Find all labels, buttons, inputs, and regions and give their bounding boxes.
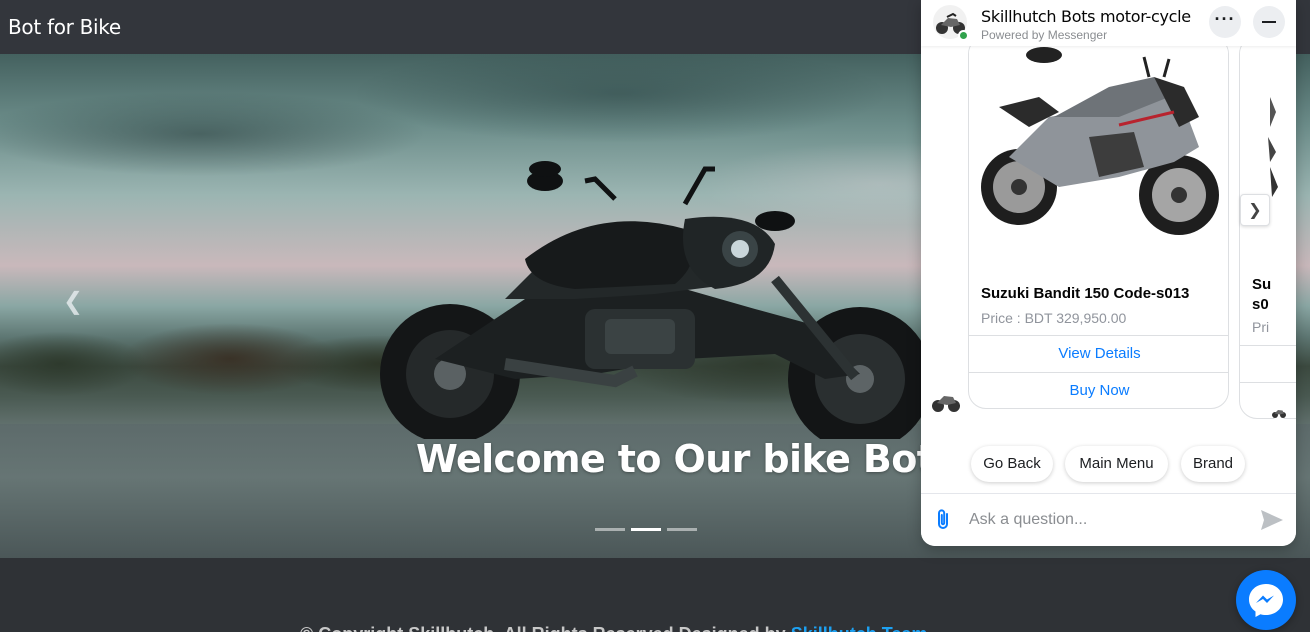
bot-avatar-small [1271, 404, 1287, 420]
product-title-next-line2: s0 [1252, 296, 1269, 313]
messenger-chat-window: Skillhutch Bots motor-cycle Powered by M… [921, 0, 1296, 546]
motorcycle-icon [932, 396, 960, 412]
carousel-indicator-1[interactable] [595, 528, 625, 531]
product-title-next: Su s0 [1252, 275, 1271, 315]
footer-copyright-text: © Copyright Skillhutch. All Rights Reser… [300, 624, 791, 632]
carousel-indicator-2[interactable] [631, 528, 661, 531]
motorcycle-image [380, 161, 932, 439]
product-image-next [1240, 37, 1296, 263]
carousel-next-icon[interactable]: ❯ [1240, 194, 1270, 226]
messenger-icon [1249, 584, 1283, 617]
message-composer [921, 493, 1296, 546]
footer-copyright: © Copyright Skillhutch. All Rights Reser… [300, 624, 927, 632]
carousel-indicator-3[interactable] [667, 528, 697, 531]
send-icon[interactable] [1259, 508, 1285, 532]
navbar-brand[interactable]: Bot for Bike [8, 15, 121, 39]
product-image [969, 37, 1228, 263]
chat-header: Skillhutch Bots motor-cycle Powered by M… [921, 0, 1296, 46]
product-price-next: Pri [1252, 319, 1270, 335]
quick-reply-main-menu[interactable]: Main Menu [1065, 446, 1168, 482]
chat-subtitle: Powered by Messenger [981, 28, 1108, 42]
page-footer: © Copyright Skillhutch. All Rights Reser… [0, 558, 1310, 632]
chat-title: Skillhutch Bots motor-cycle [981, 7, 1191, 26]
quick-reply-brand[interactable]: Brand [1181, 446, 1245, 482]
paperclip-icon[interactable] [933, 508, 953, 532]
motorcycle-icon [1272, 410, 1286, 418]
view-details-button[interactable]: View Details [969, 335, 1228, 372]
footer-team-link[interactable]: Skillhutch Team [791, 624, 928, 632]
product-card-next: Su s0 Pri [1239, 36, 1296, 419]
more-options-icon[interactable]: ··· [1209, 6, 1241, 38]
hero-welcome-heading: Welcome to Our bike Bot [416, 437, 935, 481]
product-card: Suzuki Bandit 150 Code-s013 Price : BDT … [968, 36, 1229, 409]
message-input[interactable] [969, 508, 1239, 532]
card-divider [1240, 345, 1296, 346]
messenger-launcher-button[interactable] [1236, 570, 1296, 630]
online-status-dot [958, 30, 969, 41]
carousel-prev-icon[interactable]: ❮ [62, 289, 84, 313]
product-title: Suzuki Bandit 150 Code-s013 [981, 285, 1190, 302]
quick-replies: Go Back Main Menu Brand [921, 446, 1296, 482]
minimize-icon[interactable] [1253, 6, 1285, 38]
buy-now-button[interactable]: Buy Now [969, 372, 1228, 408]
card-divider [1240, 382, 1296, 383]
bot-avatar [930, 384, 962, 416]
product-price: Price : BDT 329,950.00 [981, 310, 1127, 326]
quick-reply-go-back[interactable]: Go Back [971, 446, 1053, 482]
product-title-next-line1: Su [1252, 276, 1272, 293]
